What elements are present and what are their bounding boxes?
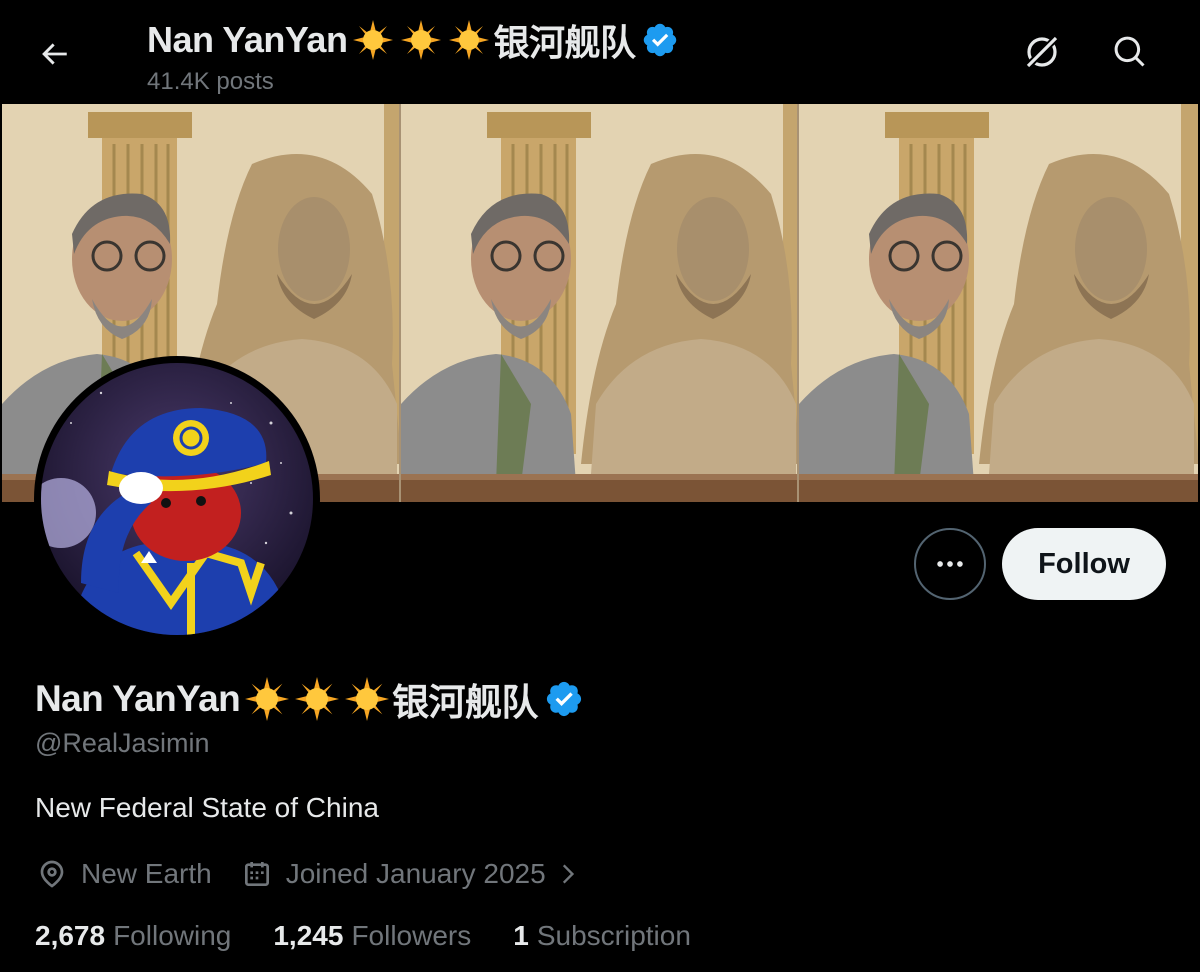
location-text: New Earth: [81, 858, 212, 889]
avatar-image: [41, 363, 313, 635]
more-horizontal-icon: [937, 561, 963, 567]
sun-emoji-icon: [292, 677, 342, 721]
back-button[interactable]: [30, 30, 78, 78]
sun-emoji-icon: [349, 20, 397, 60]
banner-panel: [401, 104, 800, 502]
bio: New Federal State of China: [35, 792, 379, 823]
subscription-stat[interactable]: 1 Subscription: [513, 920, 691, 952]
grok-button[interactable]: [1018, 26, 1066, 78]
posts-count: 41.4K posts: [147, 68, 274, 95]
location-item: New Earth: [35, 857, 212, 891]
sun-emoji-icon: [445, 20, 493, 60]
follow-button[interactable]: Follow: [1002, 528, 1166, 600]
calendar-icon: [240, 857, 274, 891]
profile-stats: 2,678 Following 1,245 Followers 1 Subscr…: [35, 920, 691, 952]
subscription-label: Subscription: [536, 920, 691, 951]
followers-label: Followers: [351, 920, 472, 951]
sun-emoji-icon: [342, 677, 392, 721]
verified-badge-icon[interactable]: [544, 679, 584, 719]
banner-panel: [799, 104, 1198, 502]
display-name: Nan YanYan: [35, 678, 241, 719]
search-icon: [1114, 36, 1145, 67]
verified-badge-icon: [641, 21, 679, 59]
followers-stat[interactable]: 1,245 Followers: [273, 920, 471, 952]
arrow-left-icon: [42, 43, 67, 65]
user-handle: @RealJasimin: [35, 728, 210, 758]
display-name-suffix: 银河舰队: [392, 682, 538, 723]
location-pin-icon: [35, 857, 69, 891]
following-label: Following: [113, 920, 232, 951]
profile-meta: New Earth Joined January 2025: [35, 852, 580, 896]
banner-illustration: [401, 104, 800, 502]
sun-emoji-icon: [397, 20, 445, 60]
more-options-button[interactable]: [914, 528, 986, 600]
followers-count: 1,245: [273, 920, 344, 951]
display-name-row: Nan YanYan 银河舰队: [35, 672, 584, 726]
header-name: Nan YanYan: [147, 19, 348, 60]
following-stat[interactable]: 2,678 Following: [35, 920, 231, 952]
header-suffix: 银河舰队: [493, 22, 636, 63]
search-button[interactable]: [1106, 26, 1154, 78]
avatar[interactable]: [34, 356, 320, 642]
chevron-right-icon: [562, 864, 574, 884]
header-title: Nan YanYan 银河舰队: [147, 14, 679, 66]
following-count: 2,678: [35, 920, 106, 951]
subscription-count: 1: [513, 920, 529, 951]
banner-illustration: [799, 104, 1198, 502]
sun-emoji-icon: [242, 677, 292, 721]
grok-icon: [1025, 35, 1059, 69]
joined-text: Joined January 2025: [285, 858, 546, 889]
joined-date-link[interactable]: Joined January 2025: [240, 857, 580, 891]
top-bar: Nan YanYan 银河舰队 41.4K posts: [0, 0, 1200, 104]
